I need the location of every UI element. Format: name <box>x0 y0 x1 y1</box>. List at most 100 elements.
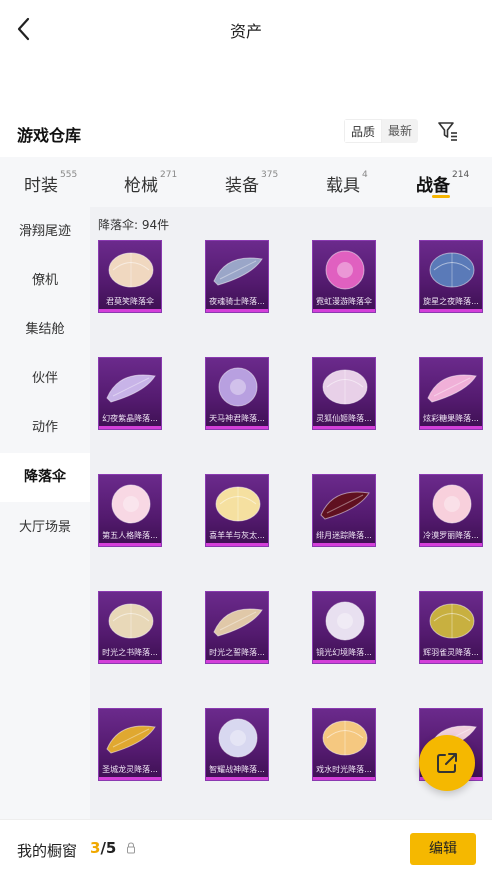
tab-count: 214 <box>452 170 470 180</box>
sidebar-item-glide-trail[interactable]: 滑翔尾迹 <box>0 207 90 256</box>
tab-equipment[interactable]: 装备375 <box>225 170 279 196</box>
item-name: 炫彩糖果降落... <box>423 414 479 423</box>
filter-button[interactable] <box>436 119 460 143</box>
showcase-total: /5 <box>100 839 117 857</box>
rarity-bar <box>99 309 161 312</box>
parachute-item-card[interactable]: 第五人格降落... <box>98 474 162 547</box>
share-button[interactable] <box>419 735 475 791</box>
showcase-count: 3/5 <box>90 839 116 857</box>
top-bar: 资产 <box>0 0 492 58</box>
rarity-bar <box>99 543 161 546</box>
parachute-item-card[interactable]: 喜羊羊与灰太... <box>205 474 269 547</box>
parachute-icon <box>325 250 365 290</box>
item-name: 旋星之夜降落... <box>423 297 479 306</box>
item-count-label: 降落伞: 94件 <box>98 218 170 232</box>
tab-count: 555 <box>60 170 78 180</box>
tab-vehicles[interactable]: 载具4 <box>326 170 368 196</box>
tab-label: 战备 <box>416 176 450 196</box>
item-name: 镜光幻境降落... <box>316 648 372 657</box>
tab-count: 4 <box>362 170 368 180</box>
parachute-icon <box>218 718 258 758</box>
parachute-item-card[interactable]: 旋星之夜降落... <box>419 240 483 313</box>
item-name: 夜魂骑士降落... <box>209 297 265 306</box>
sidebar-item-parachute[interactable]: 降落伞 <box>0 453 90 502</box>
sidebar-item-wingman[interactable]: 僚机 <box>0 256 90 305</box>
parachute-item-card[interactable]: 绯月迷踪降落... <box>312 474 376 547</box>
rarity-bar <box>99 777 161 780</box>
sidebar-item-assembly-pod[interactable]: 集结舱 <box>0 305 90 354</box>
parachute-item-card[interactable]: 镜光幻境降落... <box>312 591 376 664</box>
parachute-icon <box>432 484 472 524</box>
rarity-bar <box>99 426 161 429</box>
item-name: 喜羊羊与灰太... <box>209 531 265 540</box>
item-name: 时光之书降落... <box>102 648 158 657</box>
tab-count: 375 <box>261 170 279 180</box>
item-name: 圣城龙灵降落... <box>102 765 158 774</box>
tab-fashion[interactable]: 时装555 <box>24 170 78 196</box>
external-link-icon <box>437 753 457 773</box>
warehouse-header: 游戏仓库 品质 最新 <box>0 116 492 150</box>
parachute-icon <box>106 374 156 403</box>
item-name: 绯月迷踪降落... <box>316 531 372 540</box>
parachute-icon <box>213 608 263 637</box>
sort-toggle: 品质 最新 <box>344 119 419 143</box>
rarity-bar <box>206 426 268 429</box>
lock-icon <box>127 842 135 854</box>
tab-weapons[interactable]: 枪械271 <box>124 170 177 196</box>
edit-button[interactable]: 编辑 <box>410 833 476 865</box>
sidebar-item-emote[interactable]: 动作 <box>0 403 90 452</box>
tab-label: 时装 <box>24 176 58 196</box>
parachute-icon <box>427 374 477 403</box>
item-name: 第五人格降落... <box>102 531 158 540</box>
sidebar-item-lobby-scene[interactable]: 大厅场景 <box>0 503 90 552</box>
parachute-icon <box>320 491 370 520</box>
parachute-item-card[interactable]: 君莫笑降落伞 <box>98 240 162 313</box>
parachute-item-card[interactable]: 天马神君降落... <box>205 357 269 430</box>
rarity-bar <box>206 777 268 780</box>
parachute-icon <box>213 257 263 286</box>
sort-option-quality[interactable]: 品质 <box>344 119 383 143</box>
bottom-bar: 我的橱窗 3/5 编辑 <box>0 819 492 876</box>
item-name: 幻夜紫晶降落... <box>102 414 158 423</box>
tab-combat-gear[interactable]: 战备214 <box>416 170 470 196</box>
parachute-item-card[interactable]: 冷漠罗丽降落... <box>419 474 483 547</box>
parachute-icon <box>111 484 151 524</box>
parachute-icon <box>215 486 261 522</box>
parachute-item-card[interactable]: 时光之书降落... <box>98 591 162 664</box>
sidebar-item-companion[interactable]: 伙伴 <box>0 354 90 403</box>
parachute-item-card[interactable]: 圣城龙灵降落... <box>98 708 162 781</box>
rarity-bar <box>313 660 375 663</box>
item-name: 时光之誓降落... <box>209 648 265 657</box>
parachute-item-card[interactable]: 灵狐仙姬降落... <box>312 357 376 430</box>
parachute-icon <box>325 601 365 641</box>
rarity-bar <box>313 777 375 780</box>
parachute-item-card[interactable]: 炫彩糖果降落... <box>419 357 483 430</box>
rarity-bar <box>313 426 375 429</box>
rarity-bar <box>420 660 482 663</box>
category-tabs: 时装555 枪械271 装备375 载具4 战备214 <box>0 157 492 207</box>
tab-label: 枪械 <box>124 176 158 196</box>
parachute-icon <box>429 252 475 288</box>
parachute-icon <box>322 369 368 405</box>
item-name: 辉羽雀灵降落... <box>423 648 479 657</box>
parachute-item-card[interactable]: 时光之誓降落... <box>205 591 269 664</box>
parachute-item-card[interactable]: 幻夜紫晶降落... <box>98 357 162 430</box>
parachute-item-card[interactable]: 霓虹漫游降落伞 <box>312 240 376 313</box>
parachute-icon <box>106 725 156 754</box>
item-grid: 降落伞: 94件 君莫笑降落伞 夜魂骑士降落... 霓虹漫游降落伞 旋星之夜降落...… <box>90 207 492 819</box>
subcategory-sidebar: 滑翔尾迹 僚机 集结舱 伙伴 动作 降落伞 大厅场景 <box>0 207 90 819</box>
parachute-item-card[interactable]: 戏水时光降落... <box>312 708 376 781</box>
rarity-bar <box>206 309 268 312</box>
item-name: 智耀战神降落... <box>209 765 265 774</box>
rarity-bar <box>206 660 268 663</box>
rarity-bar <box>313 309 375 312</box>
parachute-item-card[interactable]: 智耀战神降落... <box>205 708 269 781</box>
parachute-icon <box>108 603 154 639</box>
parachute-icon <box>218 367 258 407</box>
sort-option-latest[interactable]: 最新 <box>382 119 418 143</box>
parachute-icon <box>322 720 368 756</box>
item-name: 天马神君降落... <box>209 414 265 423</box>
item-name: 冷漠罗丽降落... <box>423 531 479 540</box>
parachute-item-card[interactable]: 夜魂骑士降落... <box>205 240 269 313</box>
parachute-item-card[interactable]: 辉羽雀灵降落... <box>419 591 483 664</box>
